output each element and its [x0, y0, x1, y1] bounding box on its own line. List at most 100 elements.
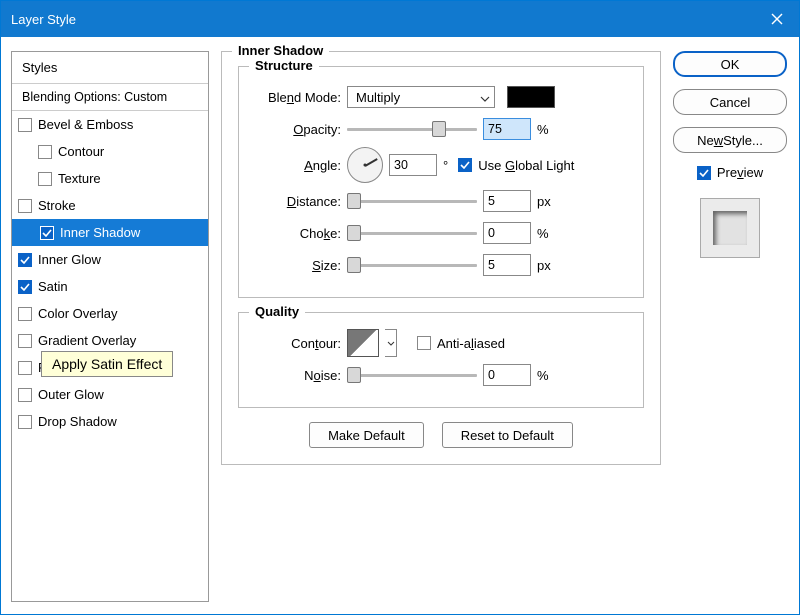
cancel-button[interactable]: Cancel [673, 89, 787, 115]
blending-options-header[interactable]: Blending Options: Custom [12, 84, 208, 111]
style-item-label: Satin [38, 279, 68, 294]
angle-input[interactable] [389, 154, 437, 176]
style-item-label: Texture [58, 171, 101, 186]
checkbox-icon [18, 307, 32, 321]
preview-inner [713, 211, 747, 245]
distance-slider[interactable] [347, 192, 477, 210]
size-slider[interactable] [347, 256, 477, 274]
opacity-row: Opacity: % [255, 113, 627, 145]
dialog-title: Layer Style [11, 12, 76, 27]
opacity-unit: % [537, 122, 559, 137]
contour-swatch[interactable] [347, 329, 379, 357]
noise-input[interactable] [483, 364, 531, 386]
style-item-label: Color Overlay [38, 306, 117, 321]
angle-row: Angle: ° Use Global Light [255, 145, 627, 185]
close-icon [770, 12, 784, 26]
checkbox-icon [18, 199, 32, 213]
checkbox-icon [18, 415, 32, 429]
choke-slider[interactable] [347, 224, 477, 242]
antialiased-label: Anti-aliased [437, 336, 505, 351]
distance-row: Distance: px [255, 185, 627, 217]
noise-slider[interactable] [347, 366, 477, 384]
tooltip: Apply Satin Effect [41, 351, 173, 377]
size-unit: px [537, 258, 559, 273]
size-row: Size: px [255, 249, 627, 281]
quality-legend: Quality [249, 304, 305, 319]
style-item-label: Contour [58, 144, 104, 159]
checkbox-icon [458, 158, 472, 172]
choke-input[interactable] [483, 222, 531, 244]
choke-label: Choke: [255, 226, 341, 241]
style-item-color-overlay[interactable]: Color Overlay [12, 300, 208, 327]
style-item-inner-shadow[interactable]: Inner Shadow [12, 219, 208, 246]
blend-mode-row: Blend Mode: Multiply [255, 81, 627, 113]
style-item-bevel-emboss[interactable]: Bevel & Emboss [12, 111, 208, 138]
style-item-contour[interactable]: Contour [12, 138, 208, 165]
color-swatch[interactable] [507, 86, 555, 108]
style-item-label: Gradient Overlay [38, 333, 136, 348]
checkbox-icon [38, 145, 52, 159]
antialiased-checkbox[interactable]: Anti-aliased [417, 336, 505, 351]
blend-mode-value: Multiply [356, 90, 400, 105]
checkbox-icon [417, 336, 431, 350]
angle-dial[interactable] [347, 147, 383, 183]
action-panel: OK Cancel New Style... Preview [673, 51, 787, 602]
opacity-slider[interactable] [347, 120, 477, 138]
styles-header[interactable]: Styles [12, 52, 208, 84]
chevron-down-icon [387, 341, 395, 346]
quality-group: Quality Contour: Anti-aliased Noise: [238, 312, 644, 408]
style-item-gradient-overlay[interactable]: Gradient Overlay [12, 327, 208, 354]
contour-dropdown-button[interactable] [385, 329, 397, 357]
style-item-inner-glow[interactable]: Inner Glow [12, 246, 208, 273]
checkbox-icon [18, 118, 32, 132]
use-global-light-label: Use Global Light [478, 158, 574, 173]
style-item-stroke[interactable]: Stroke [12, 192, 208, 219]
style-item-drop-shadow[interactable]: Drop Shadow [12, 408, 208, 435]
close-button[interactable] [755, 1, 799, 37]
style-item-label: Bevel & Emboss [38, 117, 133, 132]
use-global-light-checkbox[interactable]: Use Global Light [458, 158, 574, 173]
noise-unit: % [537, 368, 559, 383]
style-item-outer-glow[interactable]: Outer Glow [12, 381, 208, 408]
titlebar: Layer Style [1, 1, 799, 37]
make-default-button[interactable]: Make Default [309, 422, 424, 448]
checkbox-icon [40, 226, 54, 240]
angle-label: Angle: [255, 158, 341, 173]
structure-legend: Structure [249, 58, 319, 73]
style-item-satin[interactable]: Satin [12, 273, 208, 300]
noise-row: Noise: % [255, 359, 627, 391]
checkbox-icon [18, 253, 32, 267]
choke-row: Choke: % [255, 217, 627, 249]
contour-row: Contour: Anti-aliased [255, 327, 627, 359]
ok-button[interactable]: OK [673, 51, 787, 77]
style-item-texture[interactable]: Texture [12, 165, 208, 192]
checkbox-icon [18, 388, 32, 402]
structure-group: Structure Blend Mode: Multiply Opacity: [238, 66, 644, 298]
layer-style-dialog: Layer Style Styles Blending Options: Cus… [0, 0, 800, 615]
size-input[interactable] [483, 254, 531, 276]
size-label: Size: [255, 258, 341, 273]
distance-input[interactable] [483, 190, 531, 212]
panel-title: Inner Shadow [232, 43, 329, 58]
checkbox-icon [18, 280, 32, 294]
reset-default-button[interactable]: Reset to Default [442, 422, 573, 448]
dialog-body: Styles Blending Options: Custom Bevel & … [1, 37, 799, 614]
style-item-label: Outer Glow [38, 387, 104, 402]
preview-checkbox[interactable]: Preview [673, 165, 787, 180]
noise-label: Noise: [255, 368, 341, 383]
styles-panel: Styles Blending Options: Custom Bevel & … [11, 51, 209, 602]
choke-unit: % [537, 226, 559, 241]
blend-mode-combo[interactable]: Multiply [347, 86, 495, 108]
preview-swatch [700, 198, 760, 258]
chevron-down-icon [480, 90, 490, 105]
preview-label: Preview [717, 165, 763, 180]
style-item-label: Inner Glow [38, 252, 101, 267]
distance-label: Distance: [255, 194, 341, 209]
style-item-label: Stroke [38, 198, 76, 213]
opacity-input[interactable] [483, 118, 531, 140]
new-style-button[interactable]: New Style... [673, 127, 787, 153]
checkbox-icon [697, 166, 711, 180]
inner-shadow-group: Inner Shadow Structure Blend Mode: Multi… [221, 51, 661, 465]
blend-mode-label: Blend Mode: [255, 90, 341, 105]
opacity-label: Opacity: [255, 122, 341, 137]
